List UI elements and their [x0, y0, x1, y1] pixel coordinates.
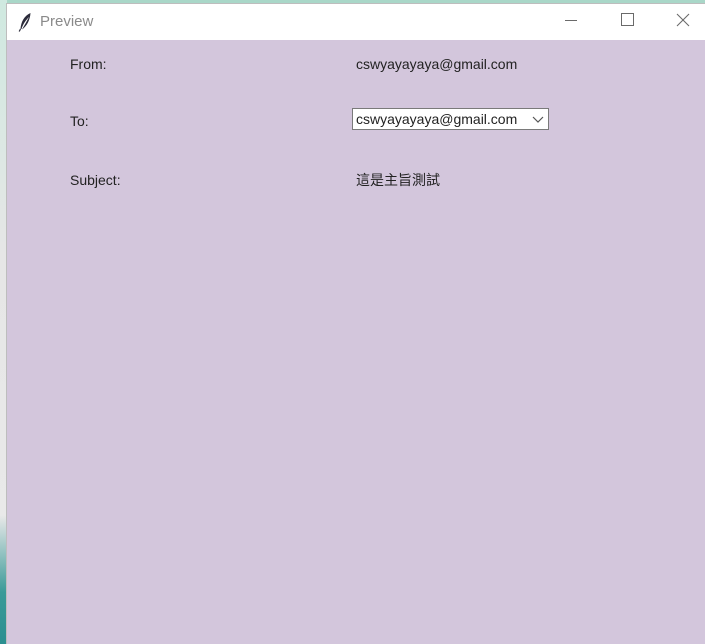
preview-content: From: cswyayayaya@gmail.com To: cswyayay… [7, 40, 705, 644]
to-label: To: [70, 113, 89, 129]
from-label: From: [70, 56, 107, 72]
close-button[interactable] [660, 4, 705, 40]
minimize-button[interactable] [548, 4, 594, 40]
from-value: cswyayayaya@gmail.com [356, 56, 518, 72]
feather-icon [18, 12, 32, 32]
close-icon [676, 13, 690, 32]
chevron-down-icon[interactable] [531, 112, 545, 126]
desktop-background-left [0, 0, 7, 644]
preview-window: Preview From: cswyayayaya@gmail.com To: … [7, 4, 705, 644]
title-bar[interactable]: Preview [7, 4, 705, 40]
maximize-icon [620, 13, 634, 31]
to-selected-value: cswyayayaya@gmail.com [356, 111, 518, 127]
window-title: Preview [40, 13, 94, 30]
minimize-icon [565, 13, 577, 31]
subject-value: 這是主旨測試 [356, 172, 440, 188]
subject-label: Subject: [70, 172, 121, 188]
maximize-button[interactable] [604, 4, 650, 40]
to-recipient-dropdown[interactable]: cswyayayaya@gmail.com [352, 108, 549, 130]
